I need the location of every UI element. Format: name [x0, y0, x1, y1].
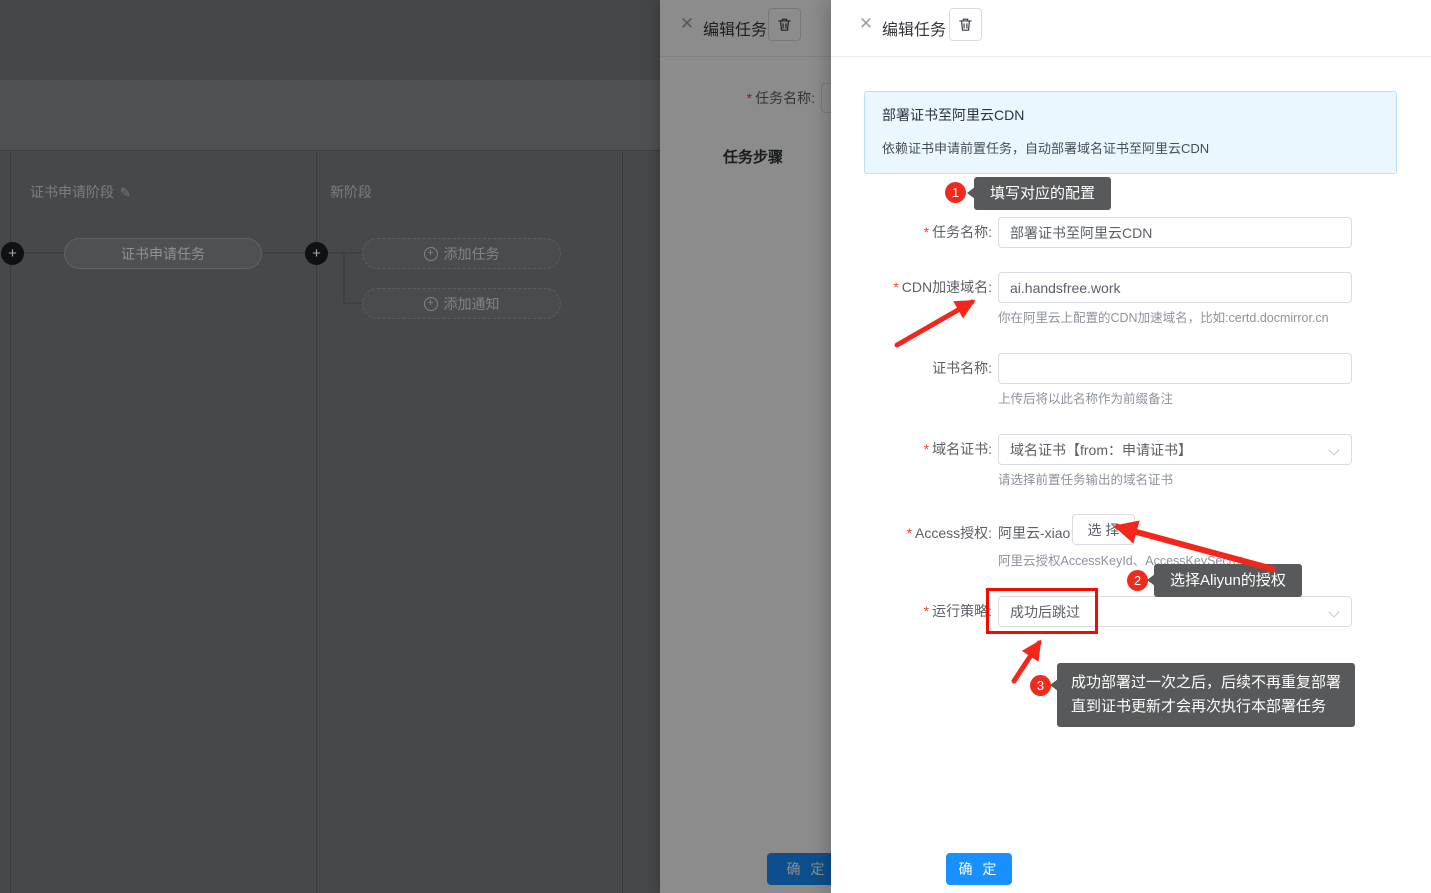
- trash-icon: [957, 16, 974, 33]
- tooltip-line: 成功部署过一次之后，后续不再重复部署: [1071, 671, 1341, 695]
- required-mark: *: [924, 224, 929, 240]
- annotation-tooltip-3: 成功部署过一次之后，后续不再重复部署 直到证书更新才会再次执行本部署任务: [1057, 663, 1355, 727]
- stage-title-text: 新阶段: [330, 184, 372, 200]
- select-value: 域名证书【from：申请证书】: [1010, 440, 1192, 460]
- delete-task-button[interactable]: [949, 8, 982, 41]
- add-task-button[interactable]: 添加任务: [362, 238, 561, 269]
- stage-title-text: 证书申请阶段: [30, 184, 114, 200]
- cert-name-label: 证书名称:: [831, 353, 992, 383]
- required-mark: *: [924, 441, 929, 457]
- annotation-tooltip-1: 填写对应的配置: [974, 177, 1111, 210]
- annotation-badge-2: 2: [1127, 570, 1148, 591]
- header-divider: [831, 56, 1431, 57]
- annotation-badge-3: 3: [1030, 675, 1051, 696]
- annotation-tooltip-2: 选择Aliyun的授权: [1154, 564, 1302, 597]
- label-text: 任务名称:: [932, 224, 992, 240]
- access-value: 阿里云-xiao: [998, 518, 1070, 548]
- run-strategy-label: *运行策略:: [831, 596, 992, 626]
- stage-title-new-stage: 新阶段: [330, 182, 372, 202]
- access-label: *Access授权:: [831, 518, 992, 548]
- stage-title-cert-request: 证书申请阶段: [30, 182, 131, 202]
- plugin-title: 部署证书至阿里云CDN: [882, 105, 1024, 125]
- required-mark: *: [924, 603, 929, 619]
- chevron-down-icon: [1328, 444, 1339, 455]
- domain-cert-helper: 请选择前置任务输出的域名证书: [998, 469, 1173, 488]
- cdn-domain-label: *CDN加速域名:: [831, 272, 992, 302]
- tooltip-line: 直到证书更新才会再次执行本部署任务: [1071, 695, 1341, 719]
- cert-name-input[interactable]: [998, 353, 1352, 384]
- edit-task-drawer-behind: 编辑任务 *任务名称: 任务步骤 确 定: [660, 0, 831, 893]
- domain-cert-select[interactable]: 域名证书【from：申请证书】: [998, 434, 1352, 465]
- label-text: 证书名称:: [932, 360, 992, 376]
- task-name-input[interactable]: [998, 217, 1352, 248]
- label-text: 域名证书:: [932, 441, 992, 457]
- cert-name-helper: 上传后将以此名称作为前缀备注: [998, 388, 1173, 407]
- chevron-down-icon: [1328, 606, 1339, 617]
- label-text: CDN加速域名:: [902, 279, 992, 295]
- cdn-domain-helper: 你在阿里云上配置的CDN加速域名，比如:certd.docmirror.cn: [998, 307, 1329, 326]
- plugin-description: 依赖证书申请前置任务，自动部署域名证书至阿里云CDN: [882, 138, 1209, 157]
- app-root: 证书申请阶段 新阶段 证书申请任务 添加任务 添加通知: [0, 0, 1431, 893]
- task-name-label: *任务名称:: [831, 217, 992, 247]
- red-highlight-box: [986, 588, 1098, 634]
- drawer-title: 编辑任务: [882, 16, 946, 40]
- cdn-domain-input[interactable]: [998, 272, 1352, 303]
- plus-circle-icon: [424, 297, 438, 311]
- add-notification-label: 添加通知: [444, 294, 500, 314]
- stage-divider: [622, 152, 623, 893]
- required-mark: *: [893, 279, 898, 295]
- task-node-cert-request[interactable]: 证书申请任务: [64, 238, 262, 269]
- add-task-label: 添加任务: [444, 244, 500, 264]
- access-select-button[interactable]: 选 择: [1072, 514, 1135, 545]
- edit-stage-icon[interactable]: [120, 185, 131, 201]
- drawer-dim-overlay: [660, 0, 831, 893]
- required-mark: *: [907, 525, 912, 541]
- add-notification-button[interactable]: 添加通知: [362, 288, 561, 319]
- domain-cert-label: *域名证书:: [831, 434, 992, 464]
- add-stage-button[interactable]: [305, 242, 328, 265]
- close-icon[interactable]: [856, 14, 876, 34]
- edit-task-drawer: 编辑任务 部署证书至阿里云CDN 依赖证书申请前置任务，自动部署域名证书至阿里云…: [831, 0, 1431, 893]
- add-stage-button[interactable]: [1, 242, 24, 265]
- confirm-button[interactable]: 确 定: [946, 853, 1012, 885]
- label-text: Access授权:: [915, 525, 992, 541]
- plugin-info-box: 部署证书至阿里云CDN 依赖证书申请前置任务，自动部署域名证书至阿里云CDN: [864, 91, 1397, 174]
- annotation-badge-1: 1: [945, 182, 966, 203]
- plus-circle-icon: [424, 247, 438, 261]
- label-text: 运行策略:: [932, 603, 992, 619]
